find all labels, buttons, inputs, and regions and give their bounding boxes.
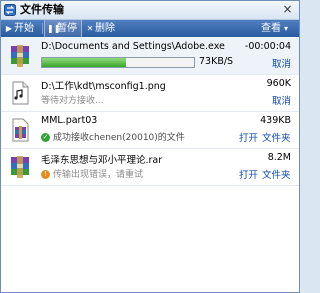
transfer-row[interactable]: D:\工作\kdt\msconfig1.png 960K 等待对方接收... 取… [1, 75, 299, 112]
delete-icon: ✕ [86, 24, 94, 33]
progress-bar [41, 57, 195, 68]
folder-link[interactable]: 文件夹 [262, 167, 291, 181]
transfer-row[interactable]: D:\Documents and Settings\Adobe.exe -00:… [1, 38, 299, 75]
transfer-row[interactable]: MML.part03 439KB ✓ 成功接收chenen(20010)的文件 打… [1, 112, 299, 149]
file-name: MML.part03 [41, 115, 98, 126]
transfer-row[interactable]: 毛泽东思想与邓小平理论.rar 8.2M ! 传输出现错误，请重试 打开 文件夹 [1, 149, 299, 186]
transfer-icon [4, 4, 16, 16]
image-file-icon [12, 81, 29, 105]
transfer-speed: 73KB/S [199, 56, 234, 67]
toolbar-divider [42, 23, 43, 34]
status-message: 传输出现错误，请重试 [53, 170, 144, 180]
time-remaining: -00:00:04 [244, 41, 291, 52]
file-name: D:\Documents and Settings\Adobe.exe [41, 41, 225, 52]
status-text: 等待对方接收... [41, 96, 104, 106]
winrar-archive-icon [12, 118, 29, 142]
status-text: ✓ 成功接收chenen(20010)的文件 [41, 130, 185, 143]
file-name: D:\工作\kdt\msconfig1.png [41, 81, 166, 92]
pause-icon: ❚❚ [47, 24, 61, 33]
window-title: 文件传输 [20, 3, 64, 16]
title-bar: 文件传输 × [1, 1, 299, 20]
open-link[interactable]: 打开 [239, 167, 258, 181]
close-icon[interactable]: × [281, 3, 294, 16]
file-name: 毛泽东思想与邓小平理论.rar [41, 155, 163, 166]
file-size: 8.2M [267, 152, 291, 163]
open-link[interactable]: 打开 [239, 130, 258, 144]
winrar-archive-icon [11, 156, 29, 178]
success-check-icon: ✓ [41, 133, 50, 142]
toolbar: ▶ 开始 ❚❚暂停 ✕ 删除 查看 ▾ [1, 20, 299, 37]
start-label: 开始 [14, 23, 34, 34]
transfer-list: D:\Documents and Settings\Adobe.exe -00:… [1, 38, 299, 292]
status-message: 成功接收chenen(20010)的文件 [53, 133, 185, 143]
file-transfer-window: 文件传输 × ▶开始 ❚❚暂停 ✕删除 查看▾ D:\Documents [0, 0, 300, 293]
pause-label: 暂停 [57, 23, 77, 34]
start-button[interactable]: ▶ 开始 [4, 20, 34, 37]
progress-fill [42, 58, 126, 67]
pause-button[interactable]: ❚❚暂停 [44, 20, 82, 37]
play-icon: ▶ [5, 24, 13, 33]
folder-link[interactable]: 文件夹 [262, 130, 291, 144]
cancel-link[interactable]: 取消 [272, 93, 291, 107]
file-size: 960K [266, 78, 291, 89]
warning-icon: ! [41, 170, 50, 179]
delete-button[interactable]: ✕ 删除 [85, 20, 115, 37]
view-menu-button[interactable]: 查看 ▾ [261, 20, 291, 37]
winrar-archive-icon [11, 45, 29, 67]
chevron-down-icon: ▾ [283, 24, 288, 33]
delete-label: 删除 [95, 23, 115, 34]
view-label: 查看 [261, 23, 281, 34]
status-text: ! 传输出现错误，请重试 [41, 167, 143, 180]
cancel-link[interactable]: 取消 [272, 56, 291, 70]
file-size: 439KB [260, 115, 291, 126]
